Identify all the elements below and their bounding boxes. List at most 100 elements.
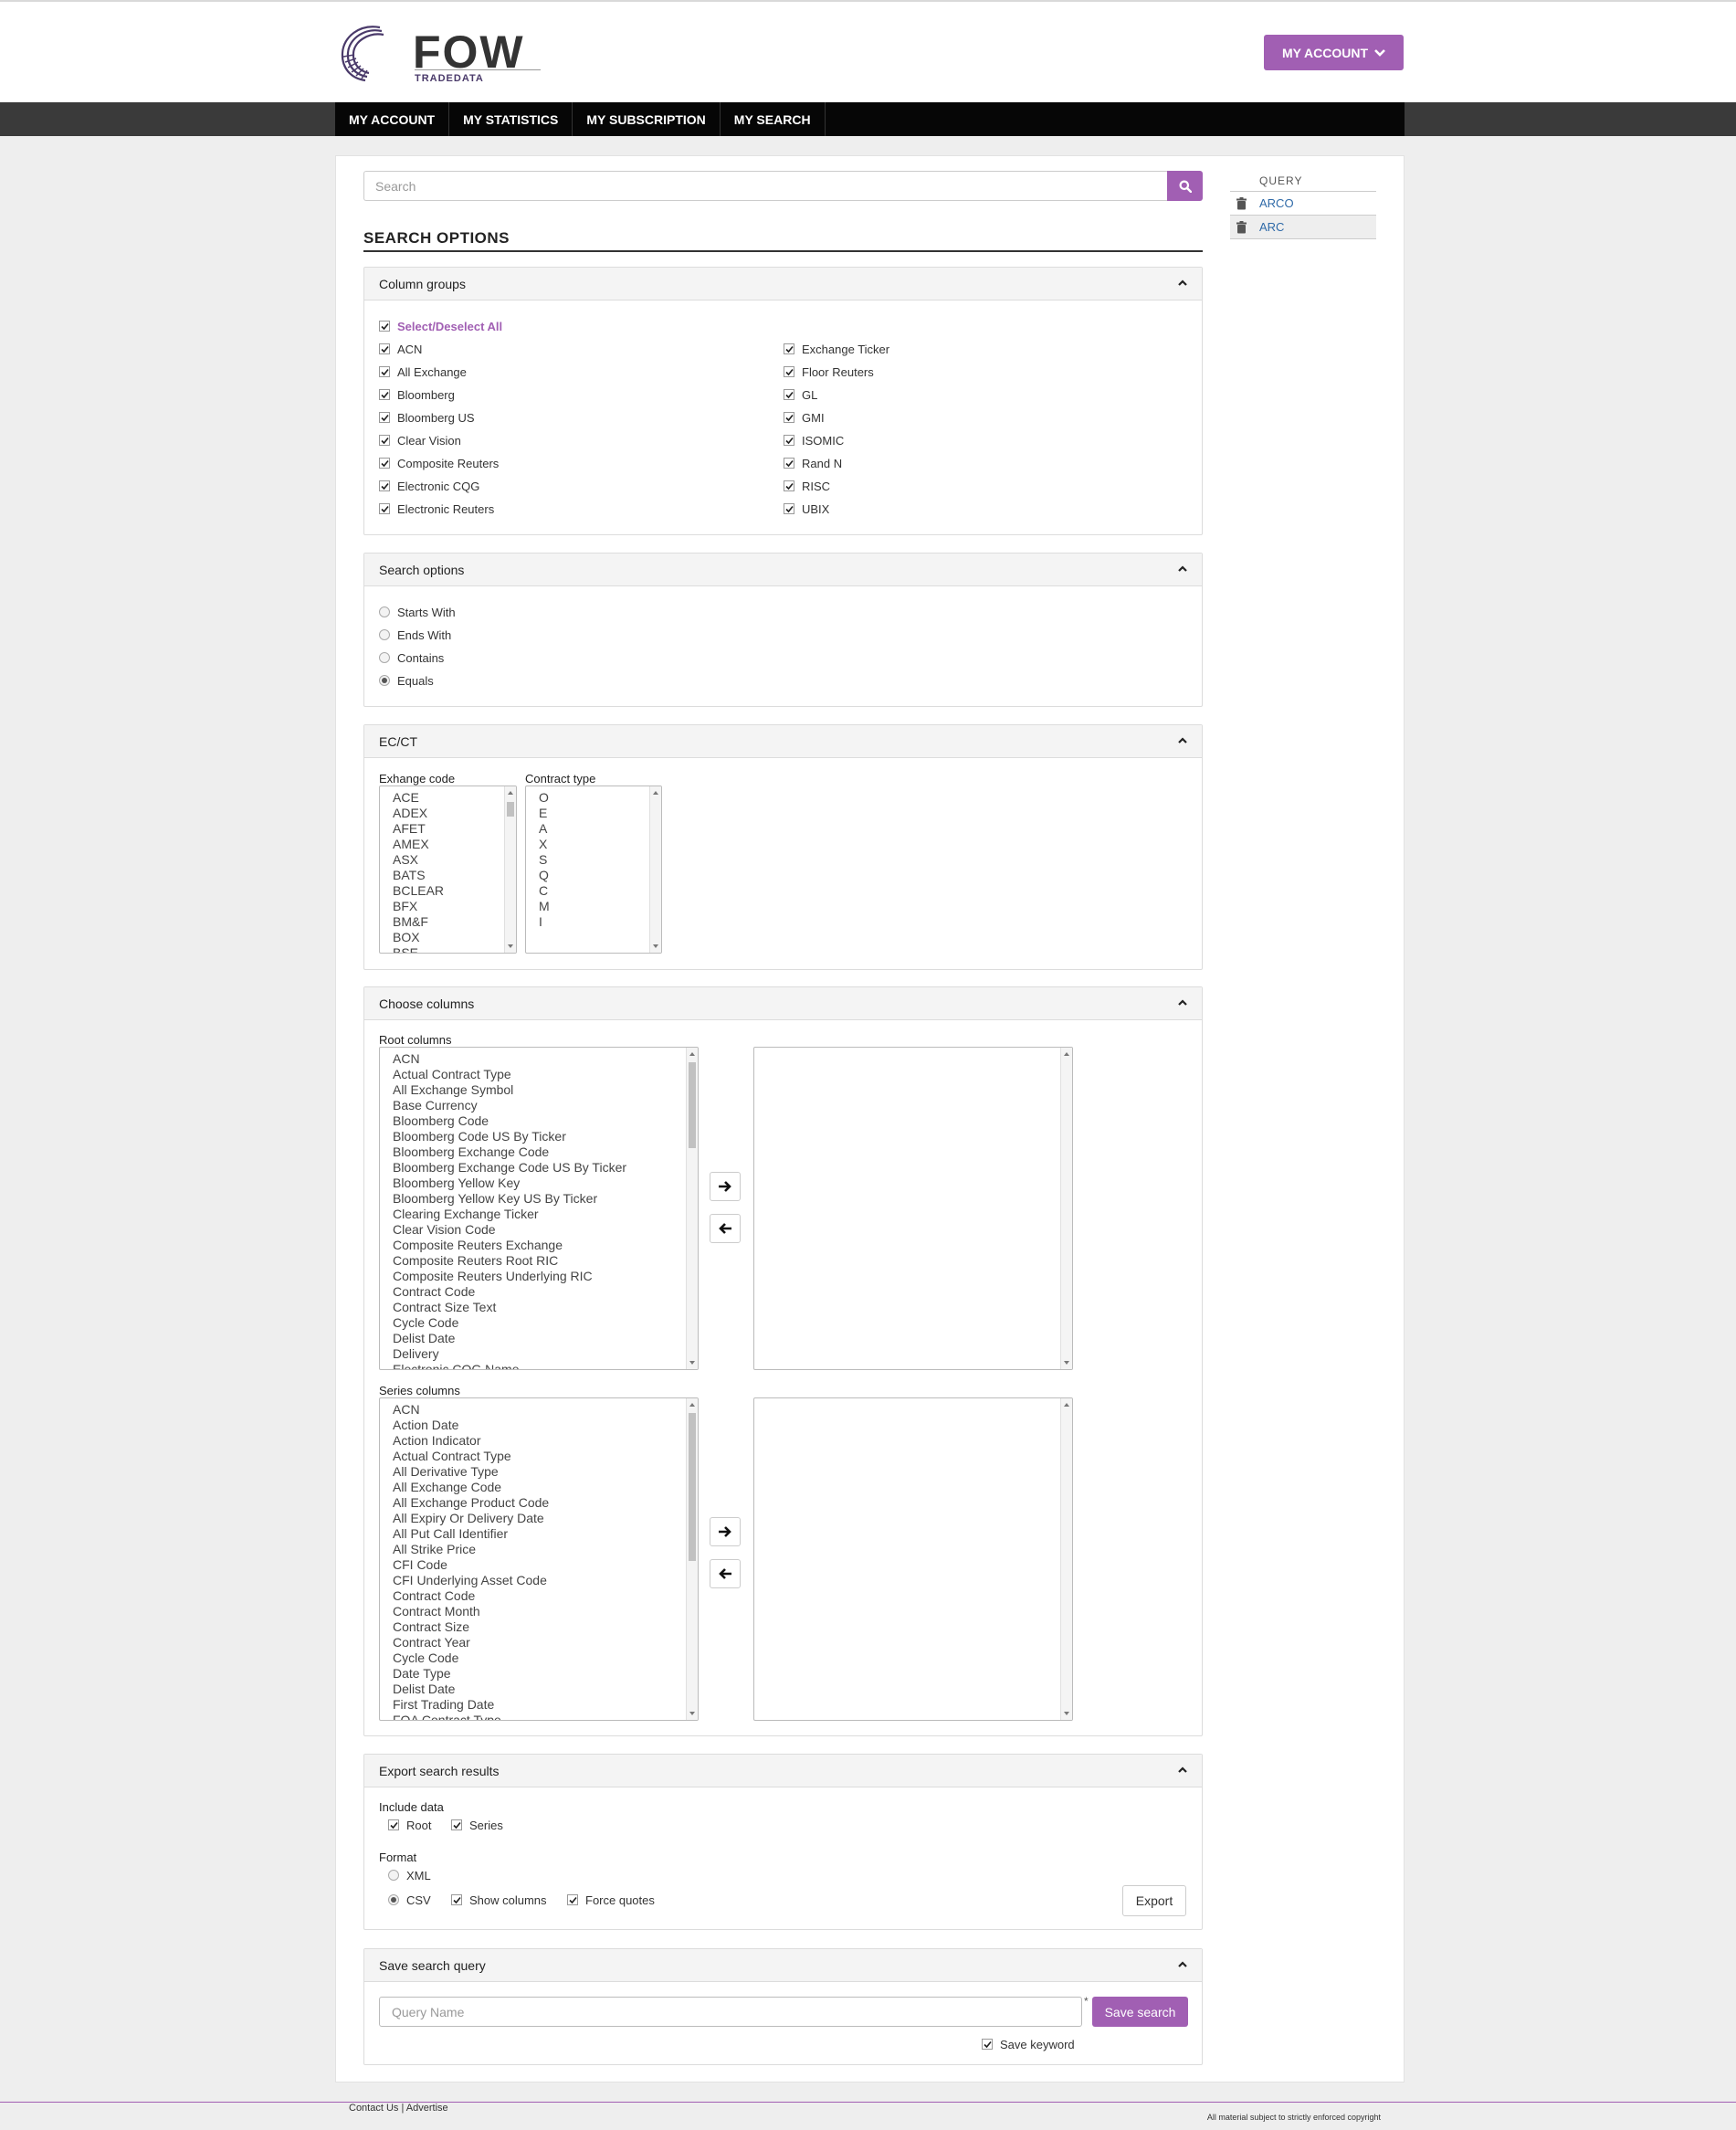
trash-icon[interactable] xyxy=(1236,220,1247,234)
scrollbar[interactable] xyxy=(1060,1048,1072,1369)
chevron-up-icon[interactable] xyxy=(1176,564,1189,575)
select-all-checkbox[interactable] xyxy=(379,321,390,332)
root-column-option[interactable]: Electronic CQG Name xyxy=(393,1362,626,1369)
series-column-option[interactable]: FOA Contract Type xyxy=(393,1713,549,1720)
contract-type-option[interactable]: S xyxy=(539,852,550,868)
series-column-option[interactable]: Contract Size xyxy=(393,1619,549,1635)
saved-query-link[interactable]: ARC xyxy=(1259,220,1284,234)
series-column-option[interactable]: CFI Underlying Asset Code xyxy=(393,1573,549,1588)
column-group-checkbox[interactable] xyxy=(784,412,794,423)
nav-item-my-statistics[interactable]: MY STATISTICS xyxy=(449,102,573,136)
column-group-checkbox[interactable] xyxy=(379,366,390,377)
contract-type-option[interactable]: Q xyxy=(539,868,550,883)
advertise-link[interactable]: Advertise xyxy=(406,2103,448,2114)
exchange-code-option[interactable]: ADEX xyxy=(393,806,444,821)
column-group-checkbox[interactable] xyxy=(784,389,794,400)
root-column-option[interactable]: Bloomberg Exchange Code US By Ticker xyxy=(393,1160,626,1176)
series-column-option[interactable]: All Exchange Product Code xyxy=(393,1495,549,1511)
column-group-checkbox[interactable] xyxy=(784,366,794,377)
exchange-code-option[interactable]: BATS xyxy=(393,868,444,883)
ecct-header[interactable]: EC/CT xyxy=(364,725,1202,758)
scrollbar[interactable] xyxy=(686,1398,698,1720)
exchange-code-listbox[interactable]: ACE ADEX AFET AMEX ASX BATS BCLEAR BFX BM&F BOX BS… xyxy=(379,786,517,954)
series-column-option[interactable]: ACN xyxy=(393,1402,549,1418)
remove-series-column-button[interactable] xyxy=(710,1559,741,1588)
root-column-option[interactable]: Contract Size Text xyxy=(393,1300,626,1315)
match-mode-radio[interactable] xyxy=(379,675,390,686)
save-keyword-checkbox[interactable] xyxy=(982,2039,993,2050)
column-group-checkbox[interactable] xyxy=(784,503,794,514)
column-group-checkbox[interactable] xyxy=(784,458,794,469)
export-header[interactable]: Export search results xyxy=(364,1755,1202,1787)
nav-item-my-search[interactable]: MY SEARCH xyxy=(721,102,826,136)
chevron-up-icon[interactable] xyxy=(1176,1959,1189,1970)
column-group-checkbox[interactable] xyxy=(379,412,390,423)
series-column-option[interactable]: Contract Code xyxy=(393,1588,549,1604)
root-column-option[interactable]: All Exchange Symbol xyxy=(393,1082,626,1098)
contract-type-option[interactable]: X xyxy=(539,837,550,852)
chevron-up-icon[interactable] xyxy=(1176,735,1189,746)
exchange-code-option[interactable]: BFX xyxy=(393,899,444,914)
column-group-checkbox[interactable] xyxy=(379,435,390,446)
column-group-checkbox[interactable] xyxy=(784,343,794,354)
series-column-option[interactable]: First Trading Date xyxy=(393,1697,549,1713)
query-name-input[interactable] xyxy=(379,1997,1082,2027)
root-column-option[interactable]: Composite Reuters Exchange xyxy=(393,1238,626,1253)
exchange-code-option[interactable]: BOX xyxy=(393,930,444,945)
my-account-dropdown-button[interactable]: MY ACCOUNT xyxy=(1264,35,1404,70)
contract-type-option[interactable]: I xyxy=(539,914,550,930)
series-columns-available-listbox[interactable]: ACN Action Date Action Indicator Actual Con… xyxy=(379,1397,699,1721)
contact-us-link[interactable]: Contact Us xyxy=(349,2103,398,2114)
root-column-option[interactable]: Clearing Exchange Ticker xyxy=(393,1207,626,1222)
root-columns-selected-listbox[interactable] xyxy=(753,1047,1073,1370)
contract-type-option[interactable]: A xyxy=(539,821,550,837)
root-column-option[interactable]: Base Currency xyxy=(393,1098,626,1113)
series-column-option[interactable]: All Strike Price xyxy=(393,1542,549,1557)
column-group-checkbox[interactable] xyxy=(784,435,794,446)
root-column-option[interactable]: Bloomberg Code xyxy=(393,1113,626,1129)
column-group-checkbox[interactable] xyxy=(784,480,794,491)
series-column-option[interactable]: Cycle Code xyxy=(393,1650,549,1666)
root-column-option[interactable]: Contract Code xyxy=(393,1284,626,1300)
choose-columns-header[interactable]: Choose columns xyxy=(364,987,1202,1020)
root-column-option[interactable]: Delist Date xyxy=(393,1331,626,1346)
include-root-checkbox[interactable] xyxy=(388,1819,399,1830)
chevron-up-icon[interactable] xyxy=(1176,278,1189,289)
root-column-option[interactable]: Delivery xyxy=(393,1346,626,1362)
contract-type-option[interactable]: E xyxy=(539,806,550,821)
logo[interactable]: FOW TRADEDATA xyxy=(338,22,548,86)
root-column-option[interactable]: Cycle Code xyxy=(393,1315,626,1331)
scrollbar[interactable] xyxy=(1060,1398,1072,1720)
scrollbar[interactable] xyxy=(504,786,516,953)
column-group-checkbox[interactable] xyxy=(379,458,390,469)
series-column-option[interactable]: Action Date xyxy=(393,1418,549,1433)
chevron-up-icon[interactable] xyxy=(1176,1765,1189,1776)
exchange-code-option[interactable]: BCLEAR xyxy=(393,883,444,899)
series-column-option[interactable]: All Expiry Or Delivery Date xyxy=(393,1511,549,1526)
exchange-code-option[interactable]: BM&F xyxy=(393,914,444,930)
series-column-option[interactable]: All Derivative Type xyxy=(393,1464,549,1480)
series-column-option[interactable]: CFI Code xyxy=(393,1557,549,1573)
root-column-option[interactable]: Composite Reuters Root RIC xyxy=(393,1253,626,1269)
export-button[interactable]: Export xyxy=(1122,1885,1186,1916)
exchange-code-option[interactable]: AMEX xyxy=(393,837,444,852)
scrollbar[interactable] xyxy=(686,1048,698,1369)
contract-type-option[interactable]: C xyxy=(539,883,550,899)
save-search-button[interactable]: Save search xyxy=(1092,1997,1188,2027)
exchange-code-option[interactable]: ASX xyxy=(393,852,444,868)
search-options-header[interactable]: Search options xyxy=(364,554,1202,586)
contract-type-option[interactable]: O xyxy=(539,790,550,806)
series-column-option[interactable]: Actual Contract Type xyxy=(393,1449,549,1464)
search-input[interactable] xyxy=(363,171,1167,201)
root-columns-available-listbox[interactable]: ACN Actual Contract Type All Exchange Symb… xyxy=(379,1047,699,1370)
match-mode-radio[interactable] xyxy=(379,652,390,663)
add-series-column-button[interactable] xyxy=(710,1517,741,1546)
root-column-option[interactable]: Composite Reuters Underlying RIC xyxy=(393,1269,626,1284)
contract-type-option[interactable]: M xyxy=(539,899,550,914)
series-column-option[interactable]: Contract Year xyxy=(393,1635,549,1650)
trash-icon[interactable] xyxy=(1236,196,1247,210)
column-group-checkbox[interactable] xyxy=(379,343,390,354)
match-mode-radio[interactable] xyxy=(379,629,390,640)
series-column-option[interactable]: Date Type xyxy=(393,1666,549,1682)
root-column-option[interactable]: Bloomberg Exchange Code xyxy=(393,1144,626,1160)
